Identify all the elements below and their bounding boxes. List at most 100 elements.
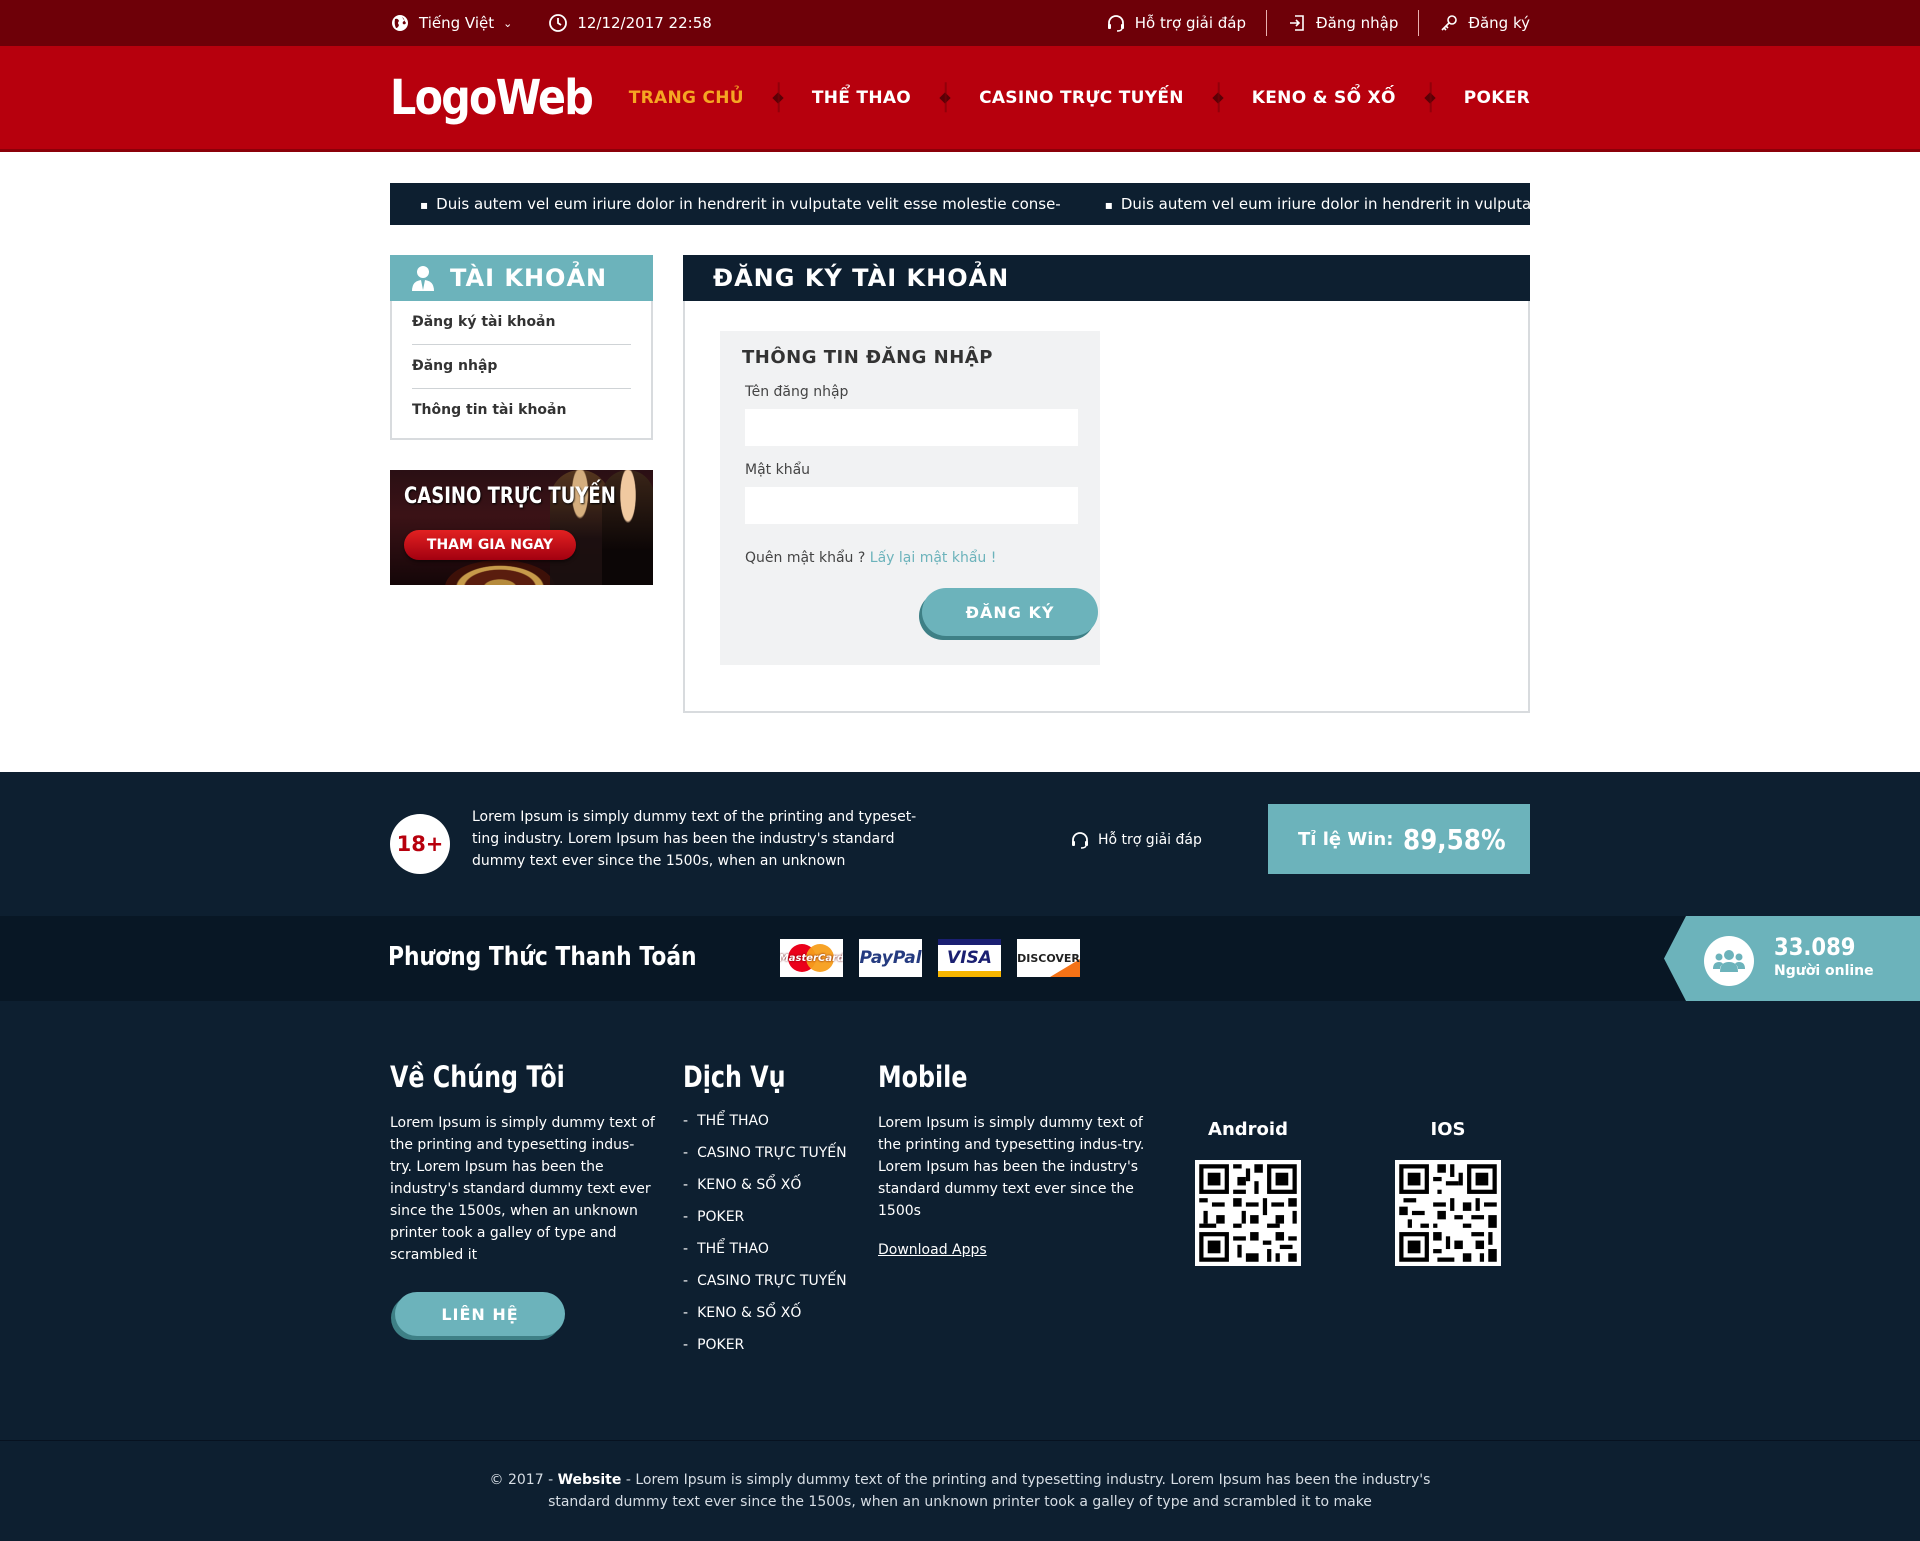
register-panel: ĐĂNG KÝ TÀI KHOẢN THÔNG TIN ĐĂNG NHẬP Tê…: [683, 255, 1530, 713]
news-ticker: Duis autem vel eum iriure dolor in hendr…: [390, 183, 1530, 225]
sidebar-item-account-info[interactable]: Thông tin tài khoản: [412, 389, 631, 432]
chevron-down-icon: ⌄: [503, 16, 513, 30]
username-input[interactable]: [745, 409, 1078, 446]
service-link[interactable]: KENO & SỔ XỐ: [683, 1297, 853, 1329]
support-link[interactable]: Hỗ trợ giải đáp: [1086, 13, 1266, 33]
main-header: LogoWeb TRANG CHỦ THỂ THAO CASINO TRỰC T…: [0, 46, 1920, 152]
payment-methods-bar: Phương Thức Thanh Toán MasterCard PayPal…: [0, 916, 1920, 1001]
online-count: 33.089: [1774, 933, 1856, 961]
online-users-counter: 33.089 Người online: [1664, 916, 1920, 1001]
site-logo[interactable]: LogoWeb: [390, 70, 594, 126]
account-menu: TÀI KHOẢN Đăng ký tài khoản Đăng nhập Th…: [390, 255, 653, 440]
ticker-item[interactable]: Duis autem vel eum iriure dolor in hendr…: [1105, 195, 1530, 213]
qr-code-icon[interactable]: [1195, 1160, 1301, 1266]
reset-password-link[interactable]: Lấy lại mật khẩu !: [870, 550, 997, 566]
mobile-column: Mobile Lorem Ipsum is simply dummy text …: [878, 1060, 1148, 1258]
user-icon: [412, 266, 434, 291]
disclaimer-text: Lorem Ipsum is simply dummy text of the …: [472, 809, 917, 869]
mobile-title: Mobile: [878, 1060, 968, 1094]
nav-divider: [1424, 91, 1436, 104]
sidebar: TÀI KHOẢN Đăng ký tài khoản Đăng nhập Th…: [390, 255, 653, 713]
forgot-password-text: Quên mật khẩu ? Lấy lại mật khẩu !: [745, 550, 1078, 566]
footer: Về Chúng Tôi Lorem Ipsum is simply dummy…: [0, 1001, 1920, 1440]
users-icon: [1704, 936, 1754, 986]
service-link[interactable]: POKER: [683, 1329, 853, 1361]
join-now-button[interactable]: THAM GIA NGAY: [404, 530, 576, 560]
sidebar-item-register[interactable]: Đăng ký tài khoản: [412, 301, 631, 345]
download-apps-link[interactable]: Download Apps: [878, 1242, 987, 1258]
support-label: Hỗ trợ giải đáp: [1134, 14, 1247, 32]
win-rate-value: 89,58%: [1403, 822, 1507, 856]
nav-poker[interactable]: POKER: [1464, 88, 1530, 108]
service-link[interactable]: CASINO TRỰC TUYẾN: [683, 1137, 853, 1169]
account-menu-header: TÀI KHOẢN: [390, 255, 653, 301]
service-link[interactable]: THỂ THAO: [683, 1105, 853, 1137]
ticker-item[interactable]: Duis autem vel eum iriure dolor in hendr…: [420, 195, 1061, 213]
nav-home[interactable]: TRANG CHỦ: [629, 88, 744, 108]
payment-cards: MasterCard PayPal VISA DISCOVER: [780, 939, 1080, 977]
password-label: Mật khẩu: [745, 462, 811, 478]
login-icon: [1290, 15, 1304, 31]
nav-sports[interactable]: THỂ THAO: [812, 88, 911, 108]
contact-button[interactable]: LIÊN HỆ: [395, 1292, 565, 1336]
language-selector[interactable]: Tiếng Việt ⌄: [390, 13, 512, 33]
about-title: Về Chúng Tôi: [390, 1060, 565, 1094]
ios-label: IOS: [1430, 1119, 1466, 1140]
android-qr: Android: [1193, 1119, 1303, 1266]
language-label: Tiếng Việt: [419, 14, 495, 32]
nav-keno[interactable]: KENO & SỔ XỐ: [1252, 88, 1396, 108]
login-link[interactable]: Đăng nhập: [1267, 13, 1418, 33]
nav-divider: [939, 91, 951, 104]
visa-label: VISA: [947, 948, 992, 968]
register-submit-button[interactable]: ĐĂNG KÝ: [922, 588, 1098, 636]
login-info-form: THÔNG TIN ĐĂNG NHẬP Tên đăng nhập Mật kh…: [720, 331, 1100, 665]
account-menu-title: TÀI KHOẢN: [450, 264, 608, 292]
banner-title: CASINO TRỰC TUYẾN: [404, 484, 616, 509]
paypal-logo: PayPal: [859, 939, 922, 977]
services-title: Dịch Vụ: [683, 1060, 786, 1094]
services-column: Dịch Vụ THỂ THAO CASINO TRỰC TUYẾN KENO …: [683, 1060, 853, 1361]
password-input[interactable]: [745, 487, 1078, 524]
sidebar-item-login[interactable]: Đăng nhập: [412, 345, 631, 389]
age-restriction-badge: 18+: [390, 814, 450, 874]
page-title: ĐĂNG KÝ TÀI KHOẢN: [683, 255, 1530, 301]
mastercard-label: MasterCard: [780, 952, 843, 964]
android-label: Android: [1208, 1119, 1288, 1140]
copyright-text: © 2017 - Website - Lorem Ipsum is simply…: [480, 1469, 1440, 1513]
datetime: 12/12/2017 22:58: [548, 13, 712, 33]
form-title: THÔNG TIN ĐĂNG NHẬP: [742, 347, 993, 368]
casino-banner[interactable]: CASINO TRỰC TUYẾN THAM GIA NGAY: [390, 470, 653, 585]
payment-title: Phương Thức Thanh Toán: [388, 942, 697, 972]
discover-logo: DISCOVER: [1017, 939, 1080, 977]
key-icon: [1441, 15, 1458, 31]
online-label: Người online: [1774, 963, 1874, 979]
roulette-image: [445, 560, 555, 585]
service-link[interactable]: THỂ THAO: [683, 1233, 853, 1265]
copyright-prefix: © 2017 -: [489, 1472, 554, 1488]
globe-icon: [392, 15, 408, 31]
qr-code-icon[interactable]: [1395, 1160, 1501, 1266]
nav-casino[interactable]: CASINO TRỰC TUYẾN: [979, 88, 1184, 108]
footer-support-link[interactable]: Hỗ trợ giải đáp: [1070, 830, 1202, 850]
nav-divider: [772, 91, 784, 104]
service-link[interactable]: CASINO TRỰC TUYẾN: [683, 1265, 853, 1297]
register-label: Đăng ký: [1468, 14, 1530, 32]
copyright-bar: © 2017 - Website - Lorem Ipsum is simply…: [0, 1440, 1920, 1541]
win-rate-box: Tỉ lệ Win: 89,58%: [1268, 804, 1530, 874]
nav-divider: [1212, 91, 1224, 104]
discover-label: DISCOVER: [1017, 951, 1080, 965]
datetime-text: 12/12/2017 22:58: [577, 14, 712, 32]
top-bar: Tiếng Việt ⌄ 12/12/2017 22:58 Hỗ trợ giả…: [0, 0, 1920, 46]
mobile-text: Lorem Ipsum is simply dummy text of the …: [878, 1115, 1145, 1219]
about-text: Lorem Ipsum is simply dummy text of the …: [390, 1115, 655, 1263]
username-label: Tên đăng nhập: [745, 384, 849, 400]
forgot-password-label: Quên mật khẩu ?: [745, 550, 866, 566]
website-link[interactable]: Website: [558, 1472, 622, 1488]
register-link[interactable]: Đăng ký: [1419, 13, 1530, 33]
mastercard-logo: MasterCard: [780, 939, 843, 977]
service-link[interactable]: POKER: [683, 1201, 853, 1233]
ios-qr: IOS: [1393, 1119, 1503, 1266]
clock-icon: [549, 14, 568, 32]
service-link[interactable]: KENO & SỔ XỐ: [683, 1169, 853, 1201]
visa-logo: VISA: [938, 939, 1001, 977]
